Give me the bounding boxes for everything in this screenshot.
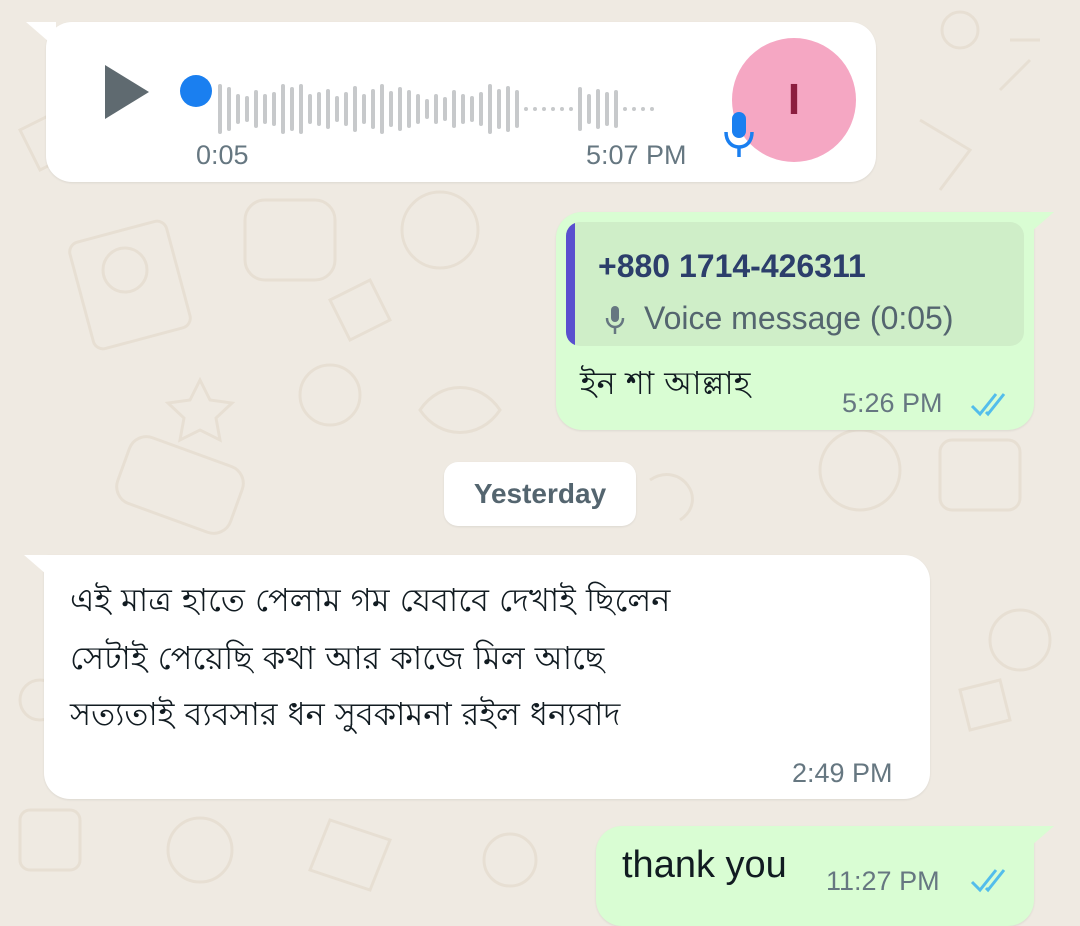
bubble-tail [24, 555, 54, 581]
waveform-bar [506, 86, 510, 132]
bubble-tail [26, 22, 56, 48]
waveform-bar [488, 84, 492, 134]
waveform-bar [380, 84, 384, 134]
voice-message-bubble: 0:05 5:07 PM I [46, 22, 876, 182]
quoted-sender: +880 1714-426311 [598, 248, 866, 284]
waveform-bar [425, 99, 429, 119]
waveform-bar [461, 94, 465, 124]
date-divider: Yesterday [444, 462, 636, 526]
waveform-bar [398, 87, 402, 131]
play-icon[interactable] [101, 62, 153, 122]
waveform-dot [650, 107, 654, 111]
waveform-dot [542, 107, 546, 111]
message-time: 5:07 PM [586, 140, 687, 170]
avatar-initial: I [787, 75, 801, 124]
waveform-bar [479, 92, 483, 126]
mic-icon [605, 306, 625, 334]
quoted-text: Voice message (0:05) [644, 300, 954, 336]
waveform-bar [452, 90, 456, 128]
waveform-bar [497, 89, 501, 129]
message-text: thank you [622, 844, 787, 886]
voice-duration: 0:05 [196, 140, 249, 170]
read-receipt-icon [970, 393, 1006, 417]
waveform-bar [434, 94, 438, 124]
waveform-bar [614, 90, 618, 128]
waveform-dot [623, 107, 627, 111]
waveform-bar [443, 97, 447, 121]
outgoing-message-bubble: thank you 11:27 PM [596, 826, 1034, 926]
waveform-bar [236, 94, 240, 124]
waveform-bar [353, 86, 357, 132]
waveform-bar [605, 92, 609, 126]
message-time: 11:27 PM [826, 866, 940, 896]
bubble-tail [1024, 826, 1054, 852]
incoming-message-bubble: এই মাত্র হাতে পেলাম গম যেবাবে দেখাই ছিলে… [44, 555, 930, 799]
waveform-dot [641, 107, 645, 111]
waveform-dot [569, 107, 573, 111]
message-time: 5:26 PM [842, 388, 943, 418]
waveform-bar [596, 89, 600, 129]
waveform-dot [524, 107, 528, 111]
waveform-bar [344, 92, 348, 126]
waveform-bar [263, 94, 267, 124]
message-line: সেটাই পেয়েছি কথা আর কাজে মিল আছে [70, 639, 605, 677]
waveform-bar [254, 90, 258, 128]
waveform-bar [389, 91, 393, 127]
waveform-bar [362, 94, 366, 124]
waveform-bar [335, 96, 339, 122]
message-text: ইন শা আল্লাহ [580, 364, 751, 402]
waveform-bar [326, 89, 330, 129]
waveform-bar [299, 84, 303, 134]
reply-message-bubble: +880 1714-426311 Voice message (0:05) ইন… [556, 212, 1034, 430]
waveform-bar [308, 94, 312, 124]
quote-bar [566, 222, 575, 346]
read-receipt-icon [970, 869, 1006, 893]
waveform-bar [587, 94, 591, 124]
message-time: 2:49 PM [792, 758, 893, 788]
waveform-bar [317, 92, 321, 126]
waveform-bar [416, 94, 420, 124]
waveform-bar [245, 96, 249, 122]
bubble-tail [1024, 212, 1054, 238]
waveform-dot [560, 107, 564, 111]
date-divider-label: Yesterday [473, 478, 607, 509]
waveform-dot [551, 107, 555, 111]
waveform-bar [371, 89, 375, 129]
audio-waveform[interactable] [218, 84, 654, 134]
waveform-dot [632, 107, 636, 111]
message-line: সত্যতাই ব্যবসার ধন সুবকামনা রইল ধন্যবাদ [70, 695, 621, 733]
waveform-bar [470, 96, 474, 122]
waveform-bar [218, 84, 222, 134]
waveform-bar [281, 84, 285, 134]
waveform-bar [515, 90, 519, 128]
mic-icon [724, 112, 754, 157]
waveform-bar [407, 90, 411, 128]
message-line: এই মাত্র হাতে পেলাম গম যেবাবে দেখাই ছিলে… [70, 581, 671, 619]
waveform-bar [290, 87, 294, 131]
waveform-bar [227, 87, 231, 131]
waveform-dot [533, 107, 537, 111]
waveform-bar [272, 92, 276, 126]
playback-position-dot[interactable] [180, 75, 212, 107]
quoted-message[interactable]: +880 1714-426311 Voice message (0:05) [566, 222, 1024, 346]
waveform-bar [578, 87, 582, 131]
